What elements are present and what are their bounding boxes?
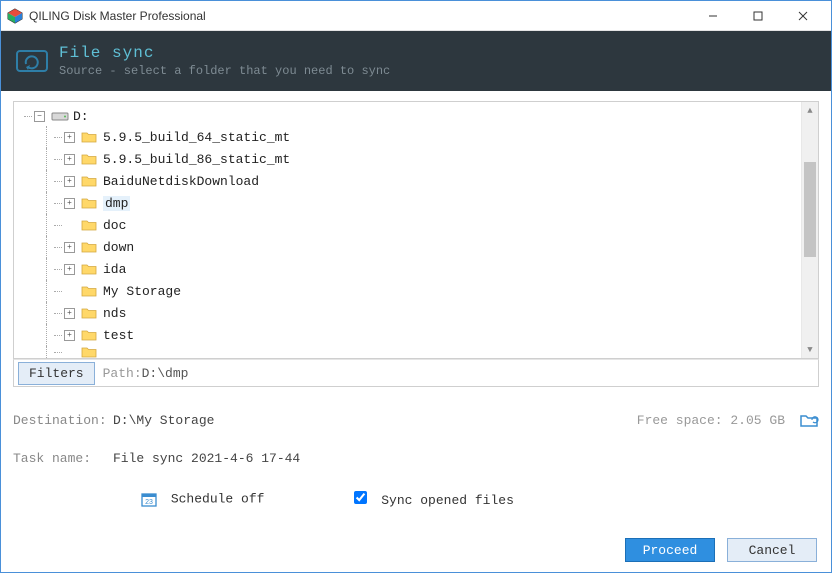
- tree-item[interactable]: My Storage: [24, 280, 801, 302]
- tree-item-label: 5.9.5_build_64_static_mt: [103, 130, 290, 145]
- tree-item[interactable]: + dmp: [24, 192, 801, 214]
- tree-item-label: test: [103, 328, 134, 343]
- maximize-button[interactable]: [735, 1, 780, 30]
- proceed-button[interactable]: Proceed: [625, 538, 715, 562]
- destination-row: Destination: D:\My Storage Free space: 2…: [13, 409, 819, 431]
- tree-item-label: BaiduNetdiskDownload: [103, 174, 259, 189]
- folder-icon: [81, 306, 97, 320]
- app-title: QILING Disk Master Professional: [29, 9, 690, 23]
- sync-icon: [15, 48, 49, 74]
- tree-item[interactable]: + nds: [24, 302, 801, 324]
- footer: Proceed Cancel: [1, 528, 831, 572]
- path-label: Path:: [103, 366, 142, 381]
- expand-icon[interactable]: +: [64, 154, 75, 165]
- cancel-button[interactable]: Cancel: [727, 538, 817, 562]
- tree-item[interactable]: +5.9.5_build_64_static_mt: [24, 126, 801, 148]
- folder-icon: [81, 130, 97, 144]
- tree-item-label: My Storage: [103, 284, 181, 299]
- path-value: D:\dmp: [142, 366, 189, 381]
- minimize-button[interactable]: [690, 1, 735, 30]
- folder-icon: [81, 174, 97, 188]
- page-subtitle: Source - select a folder that you need t…: [59, 64, 390, 78]
- collapse-icon[interactable]: −: [34, 111, 45, 122]
- tree-item-label: ida: [103, 262, 126, 277]
- folder-icon: [81, 152, 97, 166]
- tree-item[interactable]: + down: [24, 236, 801, 258]
- app-icon: [7, 8, 23, 24]
- scroll-thumb[interactable]: [804, 162, 816, 257]
- drive-label: D:: [73, 109, 89, 124]
- browse-destination-icon[interactable]: [799, 412, 819, 428]
- sync-opened-label: Sync opened files: [381, 493, 514, 508]
- schedule-option[interactable]: 23 Schedule off: [141, 491, 264, 507]
- folder-icon: [81, 328, 97, 342]
- scrollbar[interactable]: ▲ ▼: [801, 102, 818, 358]
- svg-text:23: 23: [145, 499, 153, 506]
- task-label: Task name:: [13, 451, 113, 466]
- options-row: 23 Schedule off Sync opened files: [13, 487, 819, 511]
- folder-icon: [81, 218, 97, 232]
- sync-opened-option[interactable]: Sync opened files: [354, 491, 513, 508]
- folder-icon: [81, 240, 97, 254]
- destination-value: D:\My Storage: [113, 413, 214, 428]
- sync-opened-checkbox[interactable]: [354, 491, 367, 504]
- tree-item-label: dmp: [103, 196, 130, 211]
- expand-icon[interactable]: +: [64, 198, 75, 209]
- folder-icon: [81, 196, 97, 210]
- path-bar: Filters Path: D:\dmp: [13, 359, 819, 387]
- folder-tree[interactable]: − D: +5.9.5_build_64_static_mt+5.9.5_bui…: [13, 101, 819, 359]
- filters-button[interactable]: Filters: [18, 362, 95, 385]
- expand-icon[interactable]: +: [64, 242, 75, 253]
- free-space-label: Free space: 2.05 GB: [637, 413, 785, 428]
- tree-item-label: 5.9.5_build_86_static_mt: [103, 152, 290, 167]
- tree-item[interactable]: doc: [24, 214, 801, 236]
- expand-icon[interactable]: +: [64, 132, 75, 143]
- tree-item-label: doc: [103, 218, 126, 233]
- tree-item[interactable]: [24, 346, 801, 358]
- titlebar: QILING Disk Master Professional: [1, 1, 831, 31]
- expand-icon[interactable]: +: [64, 330, 75, 341]
- tree-item[interactable]: + BaiduNetdiskDownload: [24, 170, 801, 192]
- scroll-up-icon[interactable]: ▲: [802, 102, 818, 119]
- calendar-icon: 23: [141, 491, 157, 507]
- tree-item[interactable]: + test: [24, 324, 801, 346]
- page-title: File sync: [59, 44, 390, 62]
- drive-icon: [51, 110, 69, 122]
- folder-icon: [81, 346, 97, 358]
- schedule-label: Schedule off: [171, 491, 265, 506]
- header-band: File sync Source - select a folder that …: [1, 31, 831, 91]
- expand-icon[interactable]: +: [64, 264, 75, 275]
- task-value[interactable]: File sync 2021-4-6 17-44: [113, 451, 300, 466]
- destination-label: Destination:: [13, 413, 113, 428]
- tree-item-label: down: [103, 240, 134, 255]
- folder-icon: [81, 262, 97, 276]
- task-row: Task name: File sync 2021-4-6 17-44: [13, 447, 819, 469]
- tree-item[interactable]: + ida: [24, 258, 801, 280]
- tree-item[interactable]: +5.9.5_build_86_static_mt: [24, 148, 801, 170]
- scroll-down-icon[interactable]: ▼: [802, 341, 818, 358]
- tree-item-label: nds: [103, 306, 126, 321]
- folder-icon: [81, 284, 97, 298]
- expand-icon[interactable]: +: [64, 308, 75, 319]
- expand-icon[interactable]: +: [64, 176, 75, 187]
- close-button[interactable]: [780, 1, 825, 30]
- drive-node[interactable]: − D:: [24, 106, 801, 126]
